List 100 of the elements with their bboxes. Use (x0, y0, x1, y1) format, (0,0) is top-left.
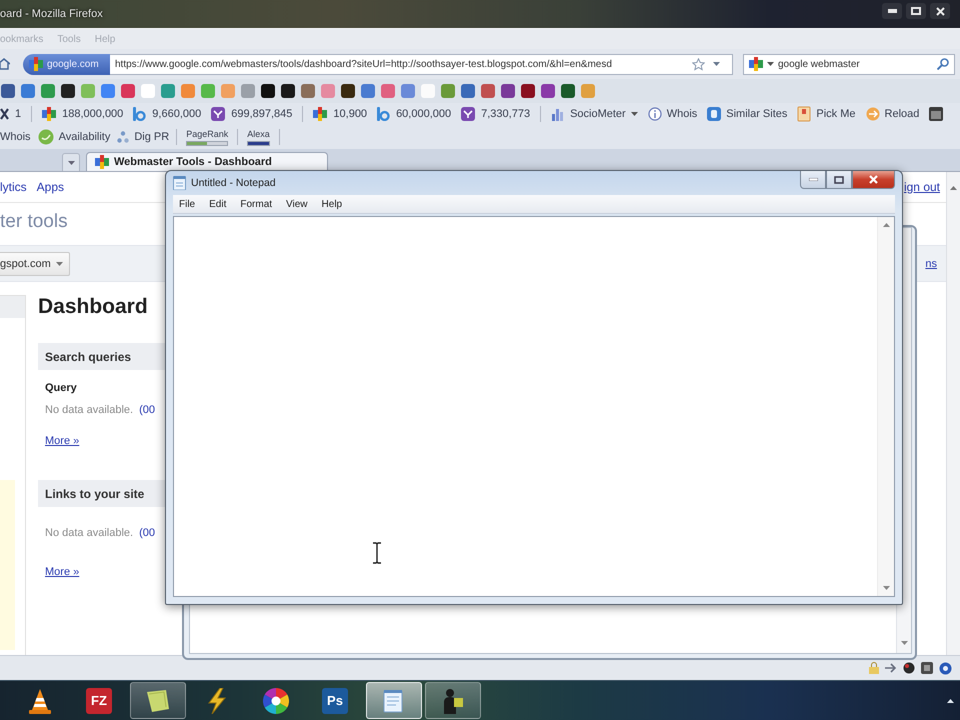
site-identity-button[interactable]: google.com (23, 54, 110, 74)
scroll-up-icon[interactable] (950, 186, 957, 190)
taskbar-button[interactable]: Ps (322, 688, 348, 714)
star-icon[interactable] (692, 58, 705, 70)
maximize-icon (834, 176, 844, 184)
blocks-logo-icon (313, 107, 328, 121)
tick-circle-icon (38, 129, 54, 145)
column-heading: Query (45, 381, 77, 395)
rank-meter-button[interactable]: PageRank (184, 128, 230, 146)
search-engine-icon (749, 57, 763, 71)
help-link[interactable]: (00 (139, 526, 155, 540)
close-icon (869, 175, 878, 184)
favicon-icon[interactable] (521, 84, 535, 98)
arrow-icon (885, 663, 897, 673)
square-logo-icon (211, 107, 226, 121)
product-title: ter tools (0, 210, 68, 234)
taskbar-button[interactable] (263, 688, 289, 714)
close-icon (936, 6, 944, 16)
maximize-button[interactable] (826, 171, 852, 189)
dots-icon (117, 131, 130, 143)
taskbar-button[interactable] (425, 682, 481, 719)
home-button[interactable] (0, 55, 12, 73)
favicon-icon[interactable] (61, 84, 75, 98)
toolbar-button[interactable]: Reload (866, 107, 920, 121)
more-link[interactable]: More » (45, 434, 80, 448)
toolbar-button[interactable]: Availability (38, 129, 110, 145)
menu-item[interactable]: File (179, 198, 196, 210)
browser-tab[interactable]: Webmaster Tools - Dashboard (86, 152, 328, 171)
empty-message: No data available. (45, 526, 134, 540)
search-icon[interactable] (937, 58, 949, 70)
window-title: Untitled - Notepad (191, 177, 276, 189)
caret-icon (630, 112, 638, 116)
window-title: oard - Mozilla Firefox (0, 8, 103, 20)
page-heading: Dashboard (38, 295, 148, 319)
nav-link[interactable]: Apps (36, 180, 64, 194)
toolbar-button[interactable]: Whois (0, 131, 31, 143)
result-count: 1 (15, 108, 22, 120)
minimize-button[interactable] (882, 3, 902, 19)
rank-meter-button[interactable]: Alexa (245, 128, 272, 146)
favicon-icon[interactable] (261, 84, 275, 98)
minimize-icon (808, 178, 818, 181)
favicon-icon[interactable] (281, 84, 295, 98)
site-selector[interactable]: gspot.com (0, 252, 70, 276)
blocks-logo-icon (95, 155, 109, 169)
padlock-icon (869, 662, 879, 674)
more-link[interactable]: More » (45, 565, 80, 579)
toolbar-button[interactable]: Whois (648, 107, 698, 121)
lightning-icon (206, 688, 228, 714)
scrollbar[interactable] (877, 217, 894, 596)
home-icon (0, 58, 10, 70)
scrollbar[interactable] (946, 172, 960, 655)
circle-icon (939, 662, 952, 674)
taskbar-button[interactable] (130, 682, 186, 719)
figure-icon (442, 688, 464, 714)
caret-icon (56, 262, 63, 266)
help-link[interactable]: (00 (139, 403, 155, 417)
caret-icon (767, 62, 774, 66)
blocks-logo-icon (42, 107, 56, 121)
nav-link[interactable]: lytics (0, 180, 27, 194)
menu-item[interactable]: View (286, 198, 308, 210)
taskbar-button[interactable]: FZ (86, 688, 112, 714)
arrow-ball-icon (866, 107, 880, 121)
info-icon (648, 107, 662, 121)
toolbar-button[interactable]: Pick Me (797, 106, 856, 122)
empty-message: No data available. (45, 403, 134, 417)
caret-icon (68, 160, 74, 164)
blocks-logo-icon (29, 57, 43, 71)
favicon-icon[interactable] (341, 84, 355, 98)
favicon-icon[interactable] (561, 84, 575, 98)
caret-icon[interactable] (713, 62, 720, 66)
menu-item[interactable]: Format (240, 198, 272, 210)
close-button[interactable] (930, 3, 950, 19)
menu-item[interactable]: Edit (209, 198, 226, 210)
toolbar-dropdown[interactable]: SocioMeter (551, 107, 638, 121)
traffic-cone-icon (29, 688, 51, 714)
toolbar-button[interactable]: Similar Sites (707, 107, 788, 121)
tab-list-button[interactable] (62, 153, 80, 171)
minimize-icon (888, 9, 896, 13)
maximize-icon (911, 7, 921, 15)
close-button[interactable] (852, 171, 895, 189)
taskbar-button[interactable] (27, 688, 53, 714)
menu-item[interactable]: Help (322, 198, 342, 210)
result-count: 60,000,000 (396, 108, 452, 120)
settings-link[interactable]: ns (925, 258, 937, 270)
cross-icon (0, 108, 9, 120)
toolbar-button[interactable]: Dig PR (117, 131, 170, 143)
scroll-down-icon[interactable] (882, 586, 890, 590)
scroll-down-icon[interactable] (900, 641, 908, 645)
sign-out-link[interactable]: ign out (904, 180, 940, 194)
maximize-button[interactable] (906, 3, 926, 19)
triangle-up-icon (946, 698, 954, 702)
calendar-icon[interactable] (929, 107, 944, 121)
tile-icon (921, 662, 933, 674)
ball-icon (903, 662, 915, 674)
search-field[interactable]: google webmaster (743, 54, 955, 74)
b-logo-icon (377, 107, 390, 121)
sticky-card-icon (797, 106, 812, 122)
result-count: 10,900 (333, 108, 368, 120)
bar-chart-icon (551, 107, 566, 121)
address-field[interactable]: https://www.google.com/webmasters/tools/dashboard?siteUrl=http://soothsayer-test.blogspot.com/&hl=en&mesd (110, 54, 733, 74)
